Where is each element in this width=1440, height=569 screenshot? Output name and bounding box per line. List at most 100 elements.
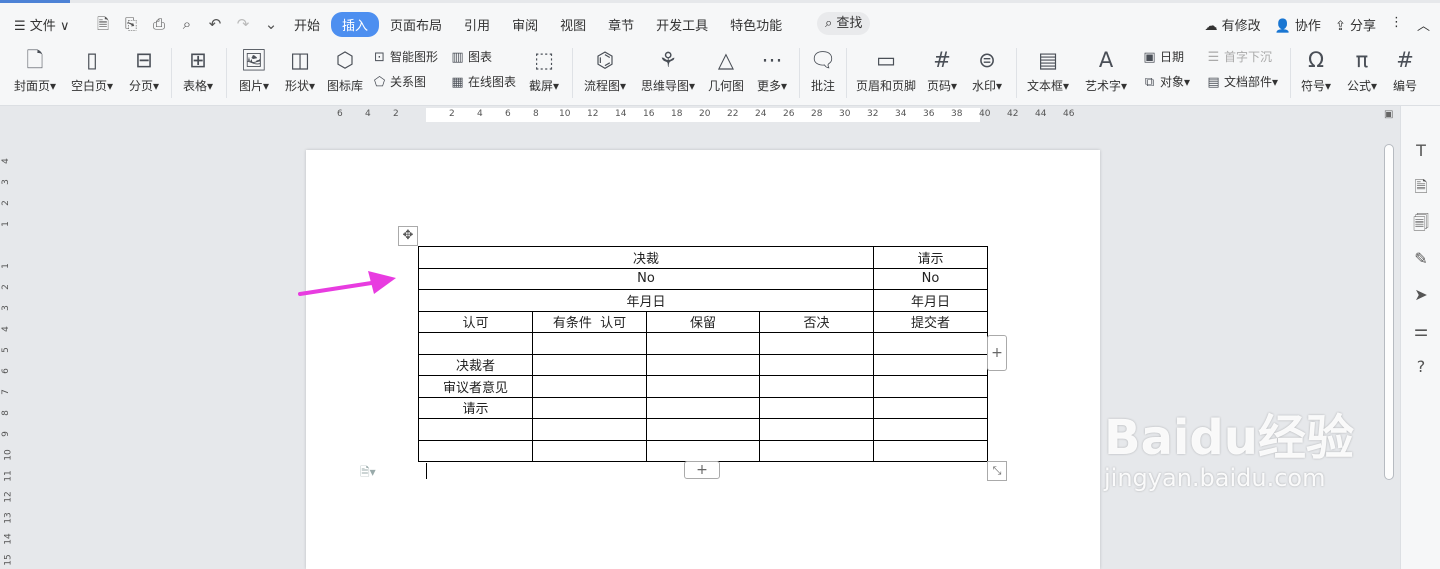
table-cell[interactable]: 保留 [646, 310, 760, 333]
cover-page-button[interactable]: 🗋 封面页▾ [12, 46, 58, 94]
table-cell[interactable] [873, 332, 988, 355]
screenshot-button[interactable]: ⬚ 截屏▾ [526, 46, 562, 94]
page-break-button[interactable]: ⊟ 分页▾ [124, 46, 164, 94]
text-style-icon[interactable]: T [1410, 140, 1432, 162]
format-painter-icon[interactable]: ⎘ [120, 14, 142, 34]
blank-page-button[interactable]: ▯ 空白页▾ [68, 46, 116, 94]
table-cell[interactable] [646, 418, 760, 441]
doc-settings-icon[interactable]: 🗐 [1410, 212, 1432, 234]
document-table[interactable]: 决裁 请示 No No 年月日 年月日 认可 有条件 认可 保留 否决 提交者 决裁者… [418, 246, 988, 462]
more-menu-icon[interactable]: ⋮ [1390, 15, 1403, 34]
select-cursor-icon[interactable]: ➤ [1410, 284, 1432, 306]
geometry-button[interactable]: △ 几何图 [706, 46, 746, 94]
table-cell[interactable] [873, 418, 988, 441]
tab-references[interactable]: 引用 [453, 12, 501, 37]
tab-page-layout[interactable]: 页面布局 [379, 12, 453, 37]
search-button[interactable]: ⌕ 查找 [817, 12, 871, 35]
table-cell[interactable] [646, 439, 760, 462]
mindmap-button[interactable]: ⚘ 思维导图▾ [638, 46, 698, 94]
table-cell[interactable]: 认可 [418, 310, 533, 333]
tab-review[interactable]: 审阅 [501, 12, 549, 37]
print-icon[interactable]: ⎙ [148, 14, 170, 34]
pen-icon[interactable]: ✎ [1410, 248, 1432, 270]
changes-button[interactable]: ☁ 有修改 [1204, 15, 1260, 34]
table-cell[interactable] [418, 418, 533, 441]
page-number-button[interactable]: # 页码▾ [924, 46, 960, 94]
table-cell[interactable]: 提交者 [873, 310, 988, 333]
drop-cap-button[interactable]: ☰ 首字下沉 [1206, 48, 1272, 67]
relation-chart-button[interactable]: ⬠ 关系图 [372, 73, 426, 92]
adjust-icon[interactable]: ⚌ [1410, 320, 1432, 342]
help-icon[interactable]: ? [1410, 356, 1432, 378]
online-chart-button[interactable]: ▦ 在线图表 [450, 73, 516, 92]
collaborate-button[interactable]: 👤 协作 [1275, 15, 1321, 34]
table-move-handle-icon[interactable]: ✥ [398, 226, 418, 246]
header-footer-button[interactable]: ▭ 页眉和页脚 [854, 46, 918, 94]
split-view-icon[interactable]: ▣ [1384, 109, 1393, 120]
file-menu-button[interactable]: ☰ 文件 ∨ [14, 15, 69, 34]
object-button[interactable]: ⧉ 对象▾ [1142, 73, 1190, 92]
comment-button[interactable]: 🗨 批注 [808, 46, 838, 94]
tab-developer[interactable]: 开发工具 [645, 12, 719, 37]
table-cell[interactable] [418, 332, 533, 355]
textbox-button[interactable]: ▤ 文本框▾ [1024, 46, 1072, 94]
table-cell[interactable]: No [873, 267, 988, 290]
horizontal-ruler[interactable]: 6 4 2 2 4 6 8 10 12 14 16 18 20 22 24 26… [0, 106, 1440, 124]
table-cell[interactable]: 决裁 [418, 246, 874, 269]
table-button[interactable]: ⊞ 表格▾ [178, 46, 218, 94]
undo-icon[interactable]: ↶ [204, 14, 226, 34]
table-cell[interactable] [759, 439, 874, 462]
table-cell[interactable] [759, 396, 874, 419]
scrollbar-thumb[interactable] [1384, 144, 1394, 480]
table-cell[interactable] [532, 353, 647, 376]
wordart-button[interactable]: A 艺术字▾ [1082, 46, 1130, 94]
table-cell[interactable]: 否决 [759, 310, 874, 333]
collapse-ribbon-icon[interactable]: ︿ [1417, 15, 1430, 34]
table-cell[interactable]: 请示 [418, 396, 533, 419]
table-cell[interactable] [532, 375, 647, 398]
customize-chevron-icon[interactable]: ⌄ [260, 14, 282, 34]
tab-view[interactable]: 视图 [549, 12, 597, 37]
symbol-button[interactable]: Ω 符号▾ [1298, 46, 1334, 94]
table-cell[interactable] [418, 439, 533, 462]
table-cell[interactable] [532, 439, 647, 462]
paragraph-options-icon[interactable]: 🗎▾ [360, 463, 376, 484]
table-cell[interactable]: No [418, 267, 874, 290]
table-cell[interactable] [759, 418, 874, 441]
tab-section[interactable]: 章节 [597, 12, 645, 37]
table-cell[interactable] [759, 375, 874, 398]
save-icon[interactable]: 🗎 [92, 14, 114, 34]
table-cell[interactable] [759, 332, 874, 355]
table-cell[interactable] [532, 396, 647, 419]
doc-parts-button[interactable]: ▤ 文档部件▾ [1206, 73, 1278, 92]
shape-button[interactable]: ◫ 形状▾ [280, 46, 320, 94]
table-cell[interactable]: 有条件 认可 [532, 310, 647, 333]
table-cell[interactable]: 审议者意见 [418, 375, 533, 398]
table-cell[interactable] [646, 353, 760, 376]
table-cell[interactable]: 决裁者 [418, 353, 533, 376]
table-cell[interactable]: 年月日 [873, 289, 988, 312]
add-row-button[interactable]: + [684, 461, 720, 479]
numbering-button[interactable]: # 编号 [1390, 46, 1420, 94]
vertical-ruler[interactable]: 4 3 2 1 1 2 3 4 5 6 7 8 9 10 11 12 13 14… [0, 124, 16, 569]
smartart-button[interactable]: ⊡ 智能图形 [372, 48, 438, 67]
table-cell[interactable] [873, 396, 988, 419]
table-cell[interactable] [873, 353, 988, 376]
table-cell[interactable] [873, 375, 988, 398]
table-cell[interactable] [532, 418, 647, 441]
redo-icon[interactable]: ↷ [232, 14, 254, 34]
table-resize-icon[interactable]: ⤡ [987, 461, 1007, 481]
doc-info-icon[interactable]: 🗎 [1410, 176, 1432, 198]
tab-start[interactable]: 开始 [283, 12, 331, 37]
vertical-scrollbar[interactable]: ▣ [1380, 106, 1400, 569]
formula-button[interactable]: π 公式▾ [1344, 46, 1380, 94]
table-cell[interactable] [646, 375, 760, 398]
watermark-button[interactable]: ⊜ 水印▾ [968, 46, 1006, 94]
icon-library-button[interactable]: ⬡ 图标库 [324, 46, 366, 94]
table-cell[interactable] [646, 332, 760, 355]
table-cell[interactable] [646, 396, 760, 419]
print-preview-icon[interactable]: ⌕ [176, 14, 198, 34]
table-cell[interactable] [532, 332, 647, 355]
tab-special-features[interactable]: 特色功能 [719, 12, 793, 37]
tab-insert[interactable]: 插入 [331, 12, 380, 37]
